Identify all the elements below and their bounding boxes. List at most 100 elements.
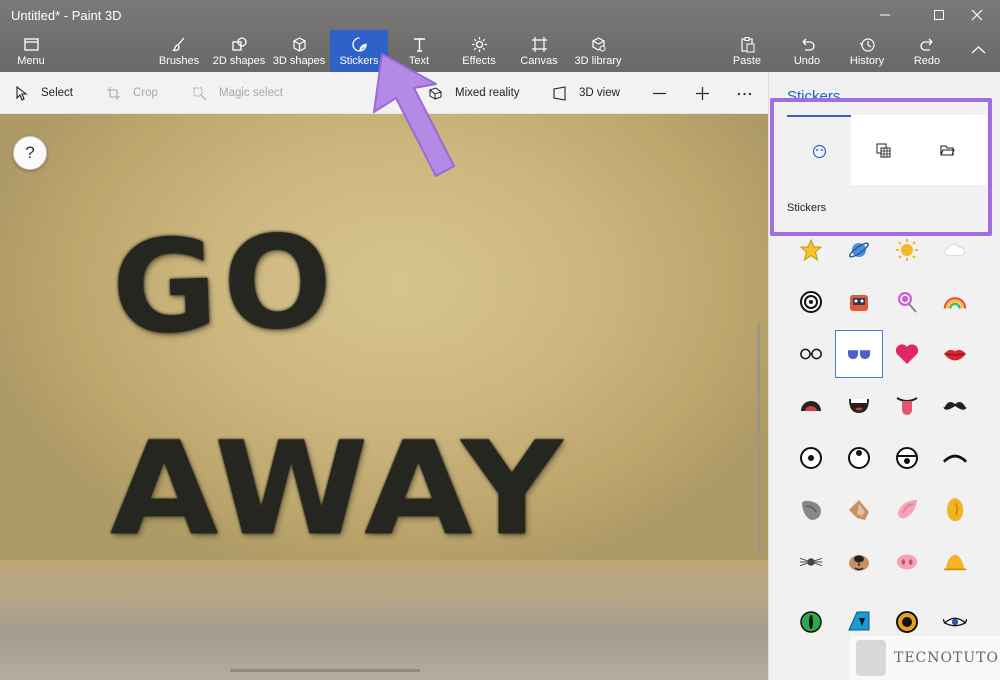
eyebrow-icon bbox=[943, 446, 967, 470]
3d-view-button[interactable]: 3D view bbox=[552, 72, 620, 114]
sticker-nose-dog[interactable] bbox=[835, 538, 883, 586]
menu-button[interactable]: Menu bbox=[8, 30, 54, 72]
stickers-tab-icon bbox=[812, 144, 826, 158]
sticker-spiral[interactable] bbox=[787, 278, 835, 326]
sticker-nose-pig[interactable] bbox=[883, 538, 931, 586]
crop-tool[interactable]: Crop bbox=[106, 72, 158, 114]
minimize-button[interactable] bbox=[862, 0, 908, 30]
zoom-out-button[interactable] bbox=[652, 72, 679, 114]
crop-label: Crop bbox=[133, 87, 158, 99]
horizontal-scrollbar[interactable] bbox=[230, 669, 420, 672]
tool-canvas[interactable]: Canvas bbox=[516, 30, 562, 72]
rainbow-icon bbox=[943, 290, 967, 314]
tab-custom[interactable] bbox=[915, 115, 979, 185]
chevron-up-icon bbox=[971, 46, 985, 54]
plus-icon bbox=[696, 86, 709, 100]
lips-icon bbox=[943, 342, 967, 366]
collapse-toolbar-button[interactable] bbox=[962, 30, 994, 72]
sticker-tongue[interactable] bbox=[883, 382, 931, 430]
action-label: Redo bbox=[913, 55, 941, 67]
sticker-lips[interactable] bbox=[931, 330, 979, 378]
help-label: ? bbox=[25, 143, 35, 162]
tool-brushes[interactable]: Brushes bbox=[156, 30, 202, 72]
3d-view-icon bbox=[553, 85, 566, 101]
sticker-nose-mouse[interactable] bbox=[787, 538, 835, 586]
magic-select-icon bbox=[193, 87, 207, 100]
watermark-text: TECNOTUTO bbox=[894, 650, 999, 666]
sunglasses-icon bbox=[847, 342, 871, 366]
effects-icon bbox=[471, 37, 487, 52]
canvas-text-away[interactable]: AWAY bbox=[110, 425, 565, 555]
select-tool[interactable]: Select bbox=[14, 72, 73, 114]
sticker-glasses[interactable] bbox=[787, 330, 835, 378]
paste-button[interactable]: Paste bbox=[724, 30, 770, 72]
nose-mouse-icon bbox=[799, 550, 823, 574]
zoom-in-button[interactable] bbox=[695, 72, 722, 114]
ear-brown-icon bbox=[847, 498, 871, 522]
tongue-icon bbox=[895, 394, 919, 418]
history-button[interactable]: History bbox=[844, 30, 890, 72]
help-button[interactable]: ? bbox=[13, 136, 47, 170]
star-icon bbox=[799, 238, 823, 262]
close-icon bbox=[971, 9, 983, 21]
ear-pink-icon bbox=[895, 498, 919, 522]
sticker-nose-yellow[interactable] bbox=[931, 538, 979, 586]
mustache-icon bbox=[943, 394, 967, 418]
canvas-icon bbox=[531, 37, 547, 52]
sticker-planet[interactable] bbox=[835, 226, 883, 274]
sticker-ear-yellow[interactable] bbox=[931, 486, 979, 534]
canvas-floor bbox=[0, 560, 768, 680]
sticker-sun[interactable] bbox=[883, 226, 931, 274]
sticker-eye-down[interactable] bbox=[883, 434, 931, 482]
sticker-ear-pink[interactable] bbox=[883, 486, 931, 534]
spiral-icon bbox=[799, 290, 823, 314]
tab-stickers[interactable] bbox=[787, 115, 851, 185]
action-label: Paste bbox=[732, 55, 762, 67]
tool-effects[interactable]: Effects bbox=[456, 30, 502, 72]
cube-icon bbox=[292, 37, 306, 52]
menu-label: Menu bbox=[17, 55, 45, 67]
sticker-mustache[interactable] bbox=[931, 382, 979, 430]
sticker-ear-grey[interactable] bbox=[787, 486, 835, 534]
tool-3d-shapes[interactable]: 3D shapes bbox=[272, 30, 326, 72]
more-icon bbox=[737, 92, 752, 95]
sticker-heart[interactable] bbox=[883, 330, 931, 378]
undo-icon bbox=[802, 38, 815, 51]
sticker-cloud[interactable] bbox=[931, 226, 979, 274]
eye-orange-icon bbox=[895, 610, 919, 634]
brush-icon bbox=[172, 37, 184, 52]
sticker-eye-green[interactable] bbox=[787, 598, 835, 646]
eye-lash-icon bbox=[943, 610, 967, 634]
sticker-sunglasses[interactable] bbox=[835, 330, 883, 378]
tool-3d-library[interactable]: 3D library bbox=[570, 30, 626, 72]
canvas-text-go[interactable]: GO bbox=[109, 207, 340, 364]
magic-select-label: Magic select bbox=[219, 87, 283, 99]
vertical-scrollbar[interactable] bbox=[757, 324, 760, 554]
redo-icon bbox=[919, 38, 932, 51]
nose-yellow-icon bbox=[943, 550, 967, 574]
sticker-star[interactable] bbox=[787, 226, 835, 274]
mixed-reality-label: Mixed reality bbox=[455, 87, 520, 99]
undo-button[interactable]: Undo bbox=[784, 30, 830, 72]
tool-2d-shapes[interactable]: 2D shapes bbox=[212, 30, 266, 72]
title-bar: Untitled* - Paint 3D bbox=[0, 0, 1000, 30]
sticker-robot[interactable] bbox=[835, 278, 883, 326]
sticker-eyebrow[interactable] bbox=[931, 434, 979, 482]
sticker-mouth-open[interactable] bbox=[787, 382, 835, 430]
sticker-eye-round[interactable] bbox=[787, 434, 835, 482]
sticker-rainbow[interactable] bbox=[931, 278, 979, 326]
sticker-mouth-teeth[interactable] bbox=[835, 382, 883, 430]
sticker-eye-up[interactable] bbox=[835, 434, 883, 482]
drawing-canvas[interactable]: ? GO AWAY bbox=[0, 114, 768, 680]
crop-icon bbox=[107, 86, 120, 100]
more-options-button[interactable] bbox=[737, 72, 764, 114]
tab-textures[interactable] bbox=[851, 115, 915, 185]
ear-yellow-icon bbox=[943, 498, 967, 522]
close-button[interactable] bbox=[954, 0, 1000, 30]
sticker-lollipop[interactable] bbox=[883, 278, 931, 326]
redo-button[interactable]: Redo bbox=[904, 30, 950, 72]
sticker-ear-brown[interactable] bbox=[835, 486, 883, 534]
tool-label: 2D shapes bbox=[212, 55, 266, 67]
magic-select-tool[interactable]: Magic select bbox=[192, 72, 283, 114]
3d-view-label: 3D view bbox=[579, 87, 620, 99]
